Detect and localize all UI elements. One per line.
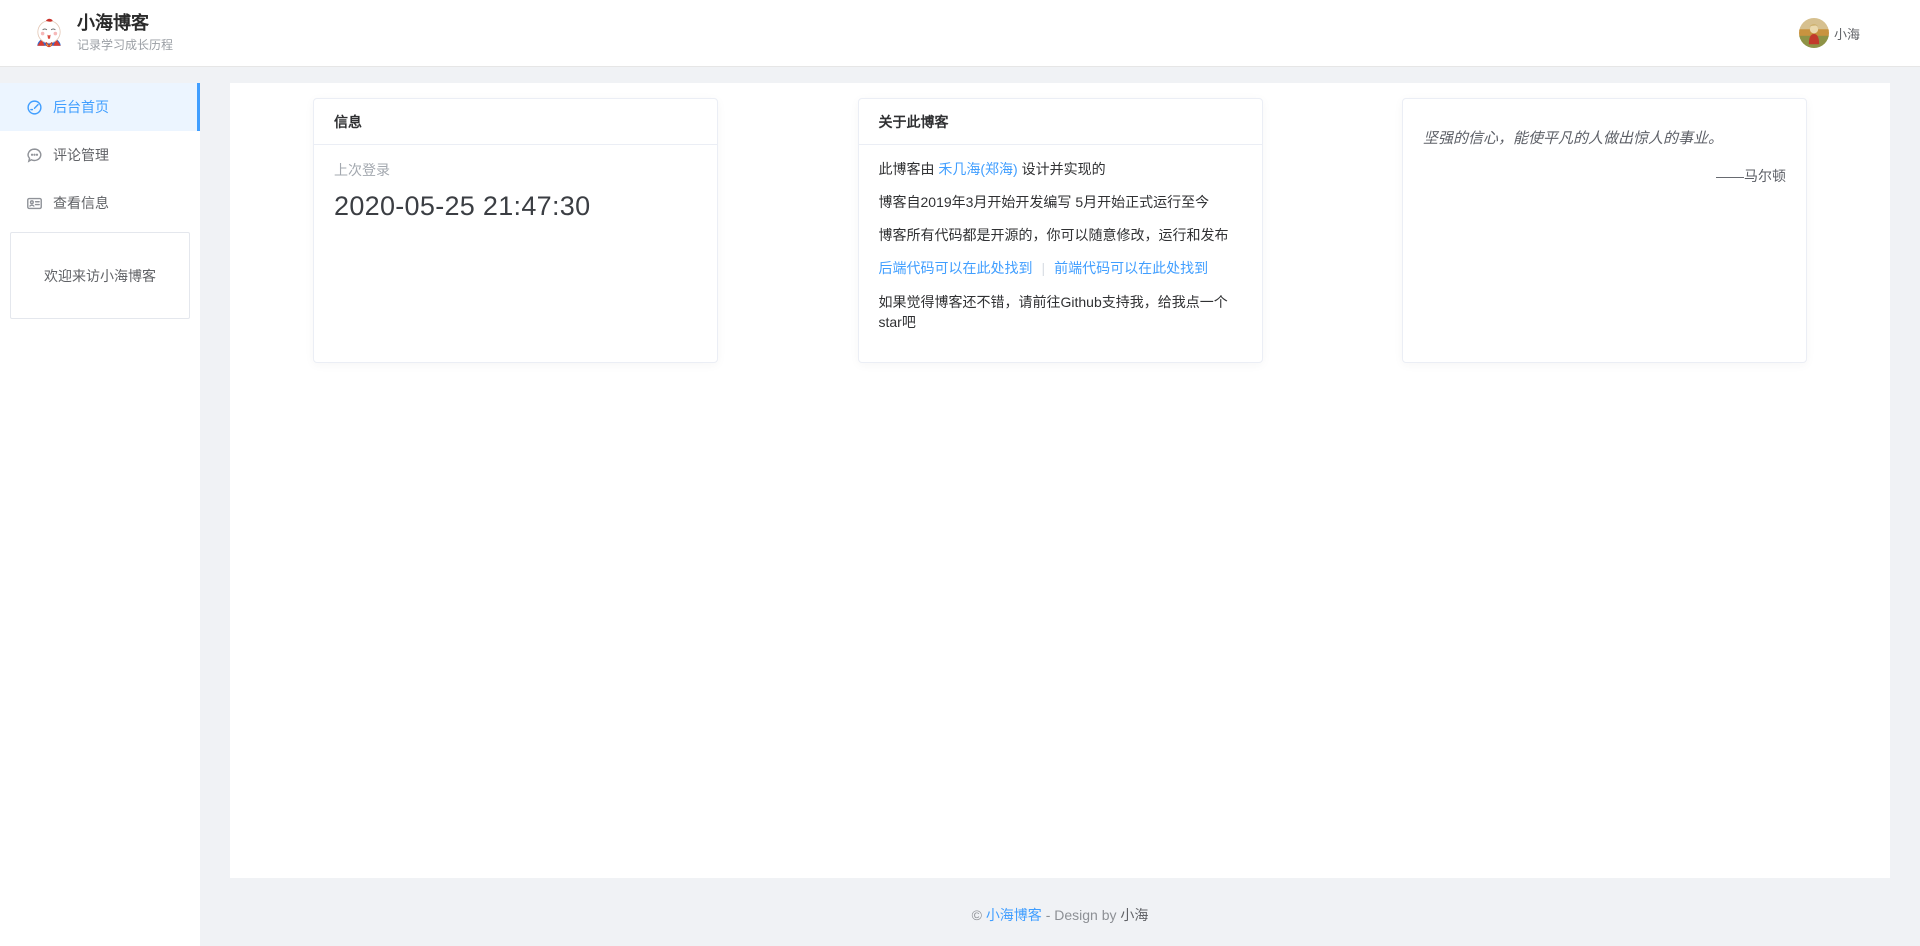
last-login-time: 2020-05-25 21:47:30 xyxy=(334,191,697,222)
sidebar-item-label: 查看信息 xyxy=(53,193,109,213)
brand-text: 小海博客 记录学习成长历程 xyxy=(77,13,173,54)
welcome-box: 欢迎来访小海博客 xyxy=(10,232,190,319)
about-line-author: 此博客由 禾几海(郑海) 设计并实现的 xyxy=(879,160,1242,179)
id-card-icon xyxy=(26,195,43,212)
page-layout: 后台首页 评论管理 xyxy=(0,83,1920,946)
about-line-star: 如果觉得博客还不错，请前往Github支持我，给我点一个star吧 xyxy=(879,292,1242,333)
backend-code-link[interactable]: 后端代码可以在此处找到 xyxy=(879,260,1033,276)
author-link[interactable]: 禾几海(郑海) xyxy=(938,161,1017,177)
sidebar-item-dashboard[interactable]: 后台首页 xyxy=(0,83,200,131)
comment-bubble-icon xyxy=(26,147,43,164)
footer-middle-text: - Design by xyxy=(1046,907,1117,923)
quote-card-body: 坚强的信心，能使平凡的人做出惊人的事业。 ——马尔顿 xyxy=(1403,99,1806,215)
sidebar-item-label: 评论管理 xyxy=(53,145,109,165)
user-menu[interactable]: 小海 xyxy=(1799,18,1860,48)
main-content: 信息 上次登录 2020-05-25 21:47:30 关于此博客 此博客由 禾… xyxy=(230,83,1890,878)
sidebar: 后台首页 评论管理 xyxy=(0,83,200,946)
quote-text: 坚强的信心，能使平凡的人做出惊人的事业。 xyxy=(1423,128,1786,149)
about-line1-suffix: 设计并实现的 xyxy=(1018,161,1106,177)
quote-author: ——马尔顿 xyxy=(1423,166,1786,186)
about-line1-prefix: 此博客由 xyxy=(879,161,939,177)
info-card-title: 信息 xyxy=(314,99,717,145)
about-card: 关于此博客 此博客由 禾几海(郑海) 设计并实现的 博客自2019年3月开始开发… xyxy=(858,98,1263,363)
info-card-body: 上次登录 2020-05-25 21:47:30 xyxy=(314,145,717,237)
last-login-label: 上次登录 xyxy=(334,160,697,180)
about-line-history: 博客自2019年3月开始开发编写 5月开始正式运行至今 xyxy=(879,193,1242,212)
about-card-title: 关于此博客 xyxy=(859,99,1262,145)
cards-row: 信息 上次登录 2020-05-25 21:47:30 关于此博客 此博客由 禾… xyxy=(313,98,1807,363)
top-header: 小海博客 记录学习成长历程 小海 xyxy=(0,0,1920,67)
main-column: 信息 上次登录 2020-05-25 21:47:30 关于此博客 此博客由 禾… xyxy=(230,83,1890,946)
footer-site-link[interactable]: 小海博客 xyxy=(986,907,1042,923)
sidebar-menu: 后台首页 评论管理 xyxy=(0,83,200,227)
site-logo-icon xyxy=(32,16,66,50)
sidebar-item-comments[interactable]: 评论管理 xyxy=(0,131,200,179)
footer-designer-name: 小海 xyxy=(1120,907,1148,923)
site-title: 小海博客 xyxy=(77,13,173,34)
brand: 小海博客 记录学习成长历程 xyxy=(32,13,173,54)
copyright-symbol: © xyxy=(972,907,982,923)
sidebar-item-view-info[interactable]: 查看信息 xyxy=(0,179,200,227)
about-line-links: 后端代码可以在此处找到 | 前端代码可以在此处找到 xyxy=(879,259,1242,278)
about-line-opensource: 博客所有代码都是开源的，你可以随意修改，运行和发布 xyxy=(879,226,1242,245)
site-subtitle: 记录学习成长历程 xyxy=(77,36,173,53)
quote-card: 坚强的信心，能使平凡的人做出惊人的事业。 ——马尔顿 xyxy=(1402,98,1807,363)
sidebar-item-label: 后台首页 xyxy=(53,97,109,117)
links-divider: | xyxy=(1042,260,1046,276)
page-footer: © 小海博客 - Design by 小海 xyxy=(230,878,1890,925)
frontend-code-link[interactable]: 前端代码可以在此处找到 xyxy=(1054,260,1208,276)
user-name: 小海 xyxy=(1834,24,1860,43)
about-card-body: 此博客由 禾几海(郑海) 设计并实现的 博客自2019年3月开始开发编写 5月开… xyxy=(859,145,1262,347)
user-avatar[interactable] xyxy=(1799,18,1829,48)
dashboard-gauge-icon xyxy=(26,99,43,116)
welcome-text: 欢迎来访小海博客 xyxy=(44,266,156,286)
info-card: 信息 上次登录 2020-05-25 21:47:30 xyxy=(313,98,718,363)
